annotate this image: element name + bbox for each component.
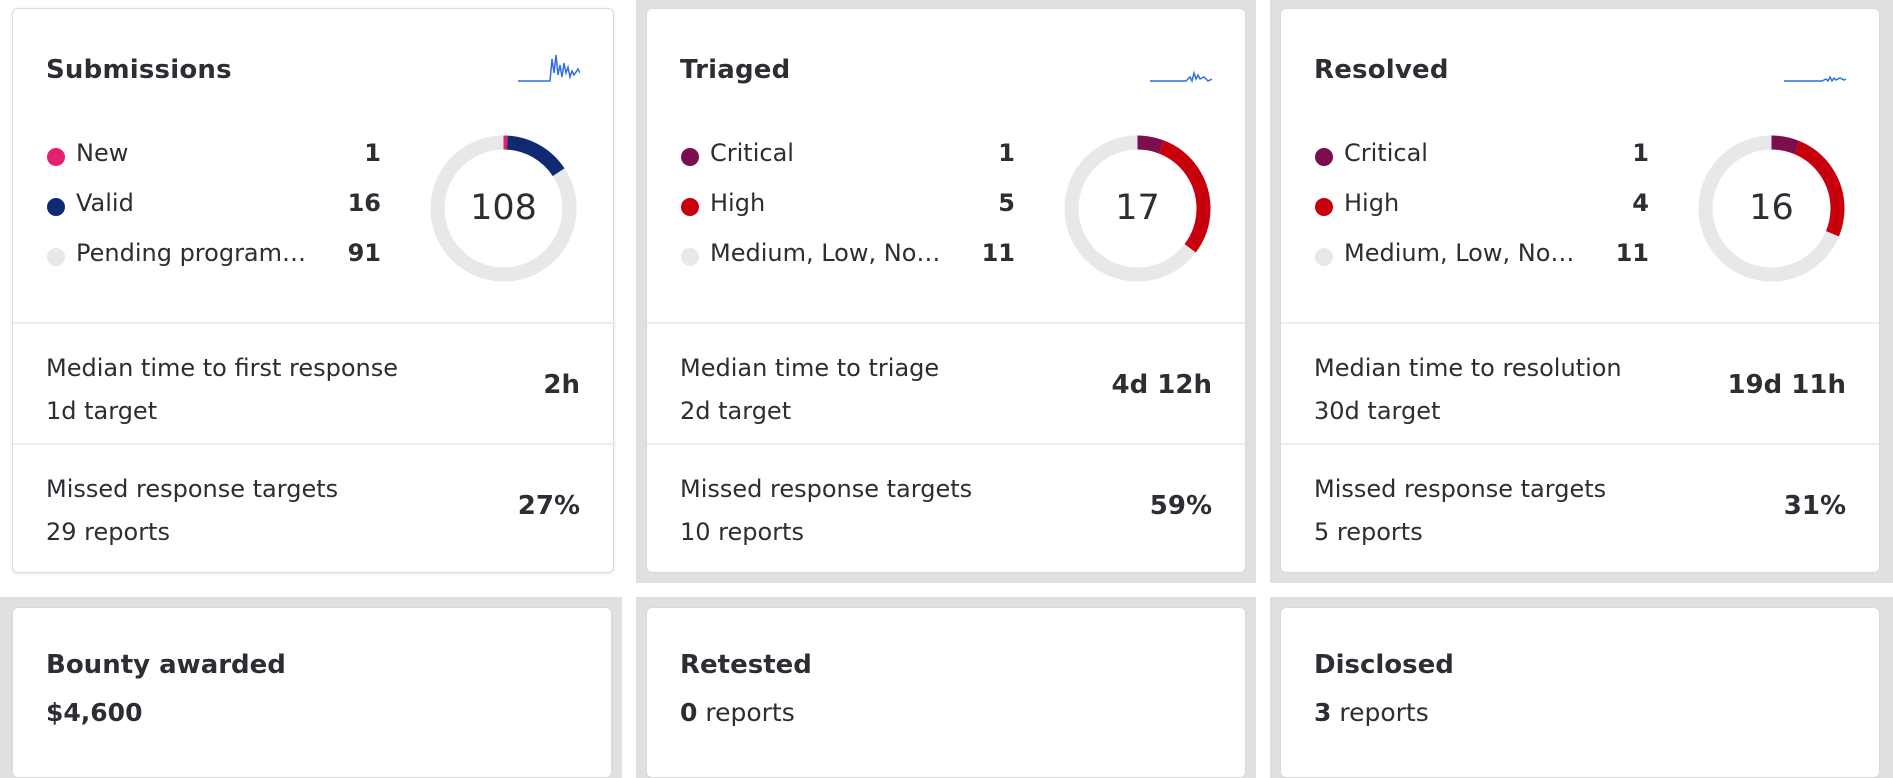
- legend-dot: [47, 148, 65, 166]
- legend-count: 11: [981, 239, 1015, 267]
- metric-value: 4d 12h: [1111, 370, 1212, 400]
- metric-row: Median time to resolution 30d target 19d…: [1281, 322, 1879, 443]
- metric-row: Median time to first response 1d target …: [13, 322, 613, 443]
- legend-label: Pending program review: [76, 239, 311, 267]
- legend-item: Medium, Low, None 11: [680, 235, 1015, 285]
- stat-number: $4,600: [46, 698, 143, 727]
- legend-dot: [681, 198, 699, 216]
- metric-sub: 30d target: [1314, 397, 1441, 425]
- metric-value: 59%: [1149, 491, 1212, 521]
- stat-number: 3: [1314, 698, 1332, 727]
- triaged-card[interactable]: Triaged Critical 1 High 5 Medium, Low, N…: [646, 8, 1246, 573]
- legend: Critical 1 High 4 Medium, Low, None 11: [1314, 135, 1649, 285]
- card-title: Triaged: [680, 55, 791, 85]
- stat-title: Retested: [680, 650, 812, 680]
- donut-total: 108: [470, 188, 537, 228]
- stat-title: Disclosed: [1314, 650, 1454, 680]
- metric-title: Missed response targets: [46, 475, 339, 503]
- resolved-card[interactable]: Resolved Critical 1 High 4 Medium, Low, …: [1280, 8, 1880, 573]
- stat-value: $4,600: [46, 698, 142, 727]
- bounty-awarded-card[interactable]: Bounty awarded $4,600: [12, 607, 612, 778]
- legend-item: High 4: [1314, 185, 1649, 235]
- metric-row: Median time to triage 2d target 4d 12h: [647, 322, 1245, 443]
- card-title: Resolved: [1314, 55, 1449, 85]
- metric-title: Median time to resolution: [1314, 354, 1622, 382]
- stat-suffix: reports: [705, 698, 795, 727]
- legend-item: High 5: [680, 185, 1015, 235]
- legend-dot: [1315, 248, 1333, 266]
- metric-sub: 1d target: [46, 397, 158, 425]
- legend-item: Pending program review 91: [46, 235, 381, 285]
- stat-title: Bounty awarded: [46, 650, 286, 680]
- legend-label: Critical: [710, 139, 794, 167]
- legend-count: 91: [347, 239, 381, 267]
- donut-total: 16: [1749, 188, 1794, 228]
- submissions-card[interactable]: Submissions New 1 Valid 16 Pending progr…: [12, 8, 614, 573]
- sparkline-icon: [1150, 70, 1212, 83]
- donut-total: 17: [1115, 188, 1160, 228]
- sparkline-icon: [1784, 75, 1846, 83]
- legend-item: New 1: [46, 135, 381, 185]
- legend-count: 5: [998, 189, 1015, 217]
- metric-value: 27%: [517, 491, 580, 521]
- metric-title: Missed response targets: [680, 475, 973, 503]
- disclosed-card[interactable]: Disclosed 3 reports: [1280, 607, 1880, 778]
- metric-sub: 2d target: [680, 397, 792, 425]
- legend-label: New: [76, 139, 129, 167]
- legend-label: Medium, Low, None: [1344, 239, 1579, 267]
- legend-label: Critical: [1344, 139, 1428, 167]
- metric-value: 2h: [543, 370, 580, 400]
- stat-value: 3 reports: [1314, 698, 1429, 727]
- metric-value: 31%: [1783, 491, 1846, 521]
- legend-label: High: [710, 189, 766, 217]
- legend-item: Valid 16: [46, 185, 381, 235]
- metric-row: Missed response targets 10 reports 59%: [647, 443, 1245, 564]
- legend-dot: [681, 248, 699, 266]
- legend-count: 16: [347, 189, 381, 217]
- metric-sub: 10 reports: [680, 518, 804, 546]
- metric-title: Missed response targets: [1314, 475, 1607, 503]
- metric-row: Missed response targets 29 reports 27%: [13, 443, 613, 564]
- legend-count: 1: [364, 139, 381, 167]
- sparkline-icon: [518, 54, 580, 82]
- legend-dot: [47, 248, 65, 266]
- legend-label: Medium, Low, None: [710, 239, 945, 267]
- legend-dot: [1315, 198, 1333, 216]
- metric-row: Missed response targets 5 reports 31%: [1281, 443, 1879, 564]
- metric-title: Median time to triage: [680, 354, 940, 382]
- legend-item: Critical 1: [1314, 135, 1649, 185]
- legend: Critical 1 High 5 Medium, Low, None 11: [680, 135, 1015, 285]
- legend-label: High: [1344, 189, 1400, 217]
- metric-sub: 5 reports: [1314, 518, 1423, 546]
- legend-count: 4: [1632, 189, 1649, 217]
- metric-title: Median time to first response: [46, 354, 399, 382]
- metric-value: 19d 11h: [1727, 370, 1846, 400]
- stat-number: 0: [680, 698, 698, 727]
- stat-suffix: reports: [1339, 698, 1429, 727]
- legend-dot: [681, 148, 699, 166]
- legend-count: 1: [998, 139, 1015, 167]
- legend-item: Critical 1: [680, 135, 1015, 185]
- stat-value: 0 reports: [680, 698, 795, 727]
- legend-count: 1: [1632, 139, 1649, 167]
- legend-item: Medium, Low, None 11: [1314, 235, 1649, 285]
- legend-count: 11: [1615, 239, 1649, 267]
- metric-sub: 29 reports: [46, 518, 170, 546]
- legend-dot: [1315, 148, 1333, 166]
- card-title: Submissions: [46, 55, 232, 85]
- legend: New 1 Valid 16 Pending program review 91: [46, 135, 381, 285]
- legend-dot: [47, 198, 65, 216]
- retested-card[interactable]: Retested 0 reports: [646, 607, 1246, 778]
- legend-label: Valid: [76, 189, 134, 217]
